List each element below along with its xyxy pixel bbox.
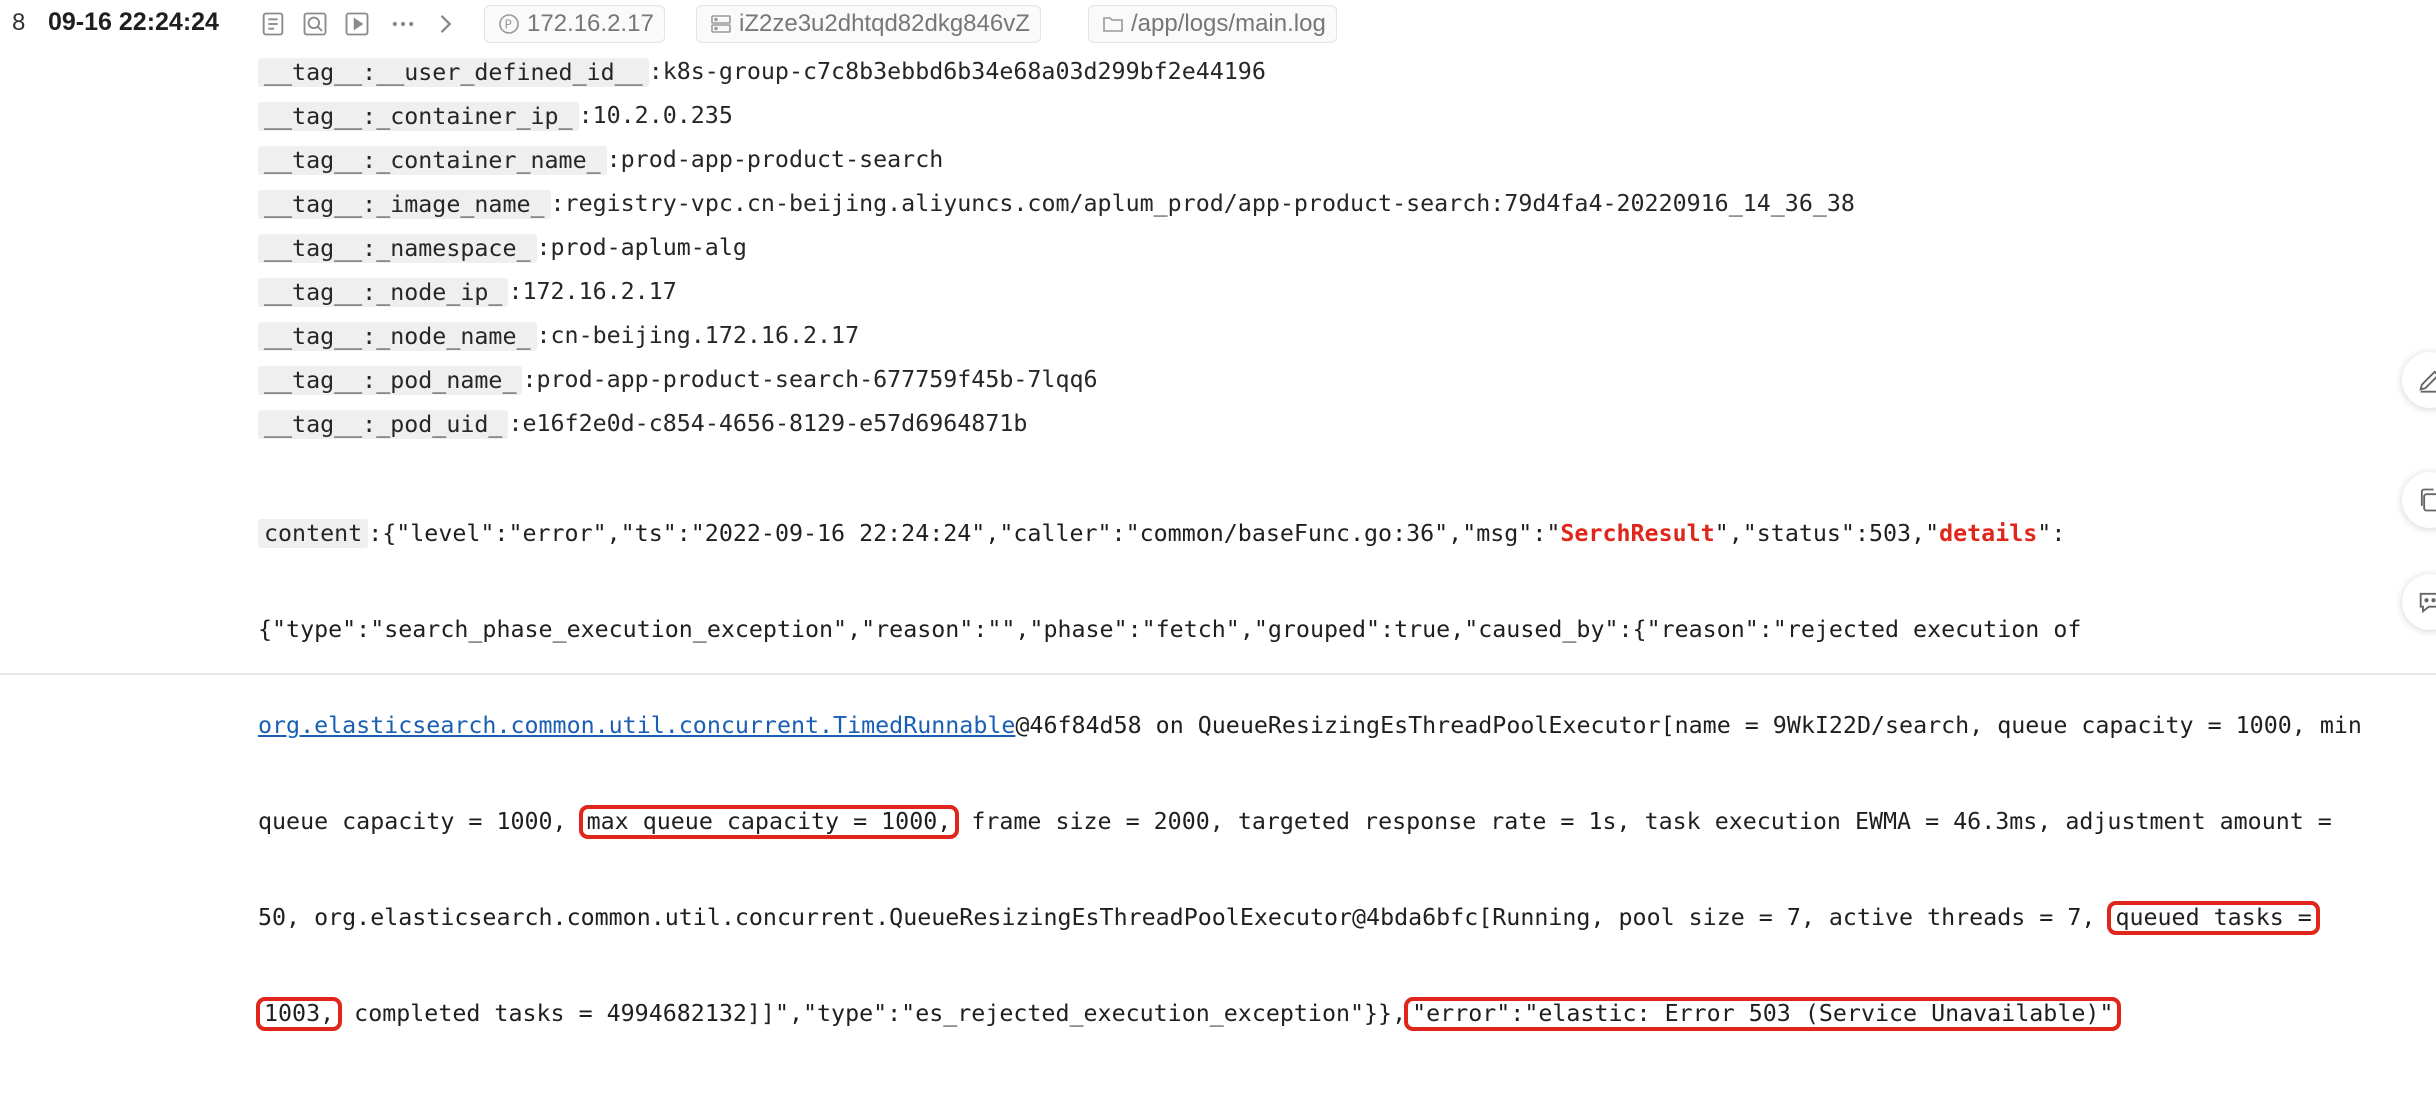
content-line: 50, org.elasticsearch.common.util.concur… <box>258 901 2428 935</box>
row-divider <box>0 673 2436 675</box>
tag-row: __tag__:_pod_uid_:e16f2e0d-c854-4656-812… <box>258 410 2428 454</box>
tag-value[interactable]: :prod-app-product-search-677759f45b-7lqq… <box>522 366 1097 393</box>
content-text: 50, org.elasticsearch.common.util.concur… <box>258 904 2096 931</box>
tag-value[interactable]: :registry-vpc.cn-beijing.aliyuncs.com/ap… <box>551 190 1855 217</box>
annotation-box: "error":"elastic: Error 503 (Service Una… <box>1404 997 2122 1031</box>
search-context-icon[interactable] <box>298 7 332 41</box>
tag-value[interactable]: :prod-aplum-alg <box>537 234 747 261</box>
chevron-right-icon[interactable] <box>428 7 462 41</box>
log-timestamp: 09-16 22:24:24 <box>48 8 219 36</box>
tag-key[interactable]: __tag__:_pod_uid_ <box>258 410 509 439</box>
keyword-highlight: details <box>1939 520 2038 547</box>
path-pill[interactable]: /app/logs/main.log <box>1088 5 1337 43</box>
server-icon <box>707 10 735 38</box>
log-entry-header: 8 09-16 22:24:24 P 172.16.2.17 iZ2ze3u2d… <box>0 0 2436 50</box>
tag-key[interactable]: __tag__:__user_defined_id__ <box>258 58 649 87</box>
tag-key[interactable]: __tag__:_container_ip_ <box>258 102 579 131</box>
content-text: frame size = 2000, targeted response rat… <box>957 808 2332 835</box>
tag-key[interactable]: __tag__:_image_name_ <box>258 190 551 219</box>
document-icon[interactable] <box>256 7 290 41</box>
tag-key[interactable]: __tag__:_pod_name_ <box>258 366 523 395</box>
content-line: 1003, completed tasks = 4994682132]]","t… <box>256 997 2428 1031</box>
content-key[interactable]: content <box>258 519 369 548</box>
more-icon[interactable] <box>386 7 420 41</box>
svg-text:P: P <box>505 18 512 32</box>
content-line: {"type":"search_phase_execution_exceptio… <box>258 614 2428 646</box>
row-number: 8 <box>12 9 26 36</box>
tag-row: __tag__:_node_name_:cn-beijing.172.16.2.… <box>258 322 2428 366</box>
content-text: {"type":"search_phase_execution_exceptio… <box>258 616 2082 643</box>
host-pill-label: iZ2ze3u2dhtqd82dkg846vZ <box>739 10 1030 37</box>
content-text: ": <box>2037 520 2066 547</box>
tag-value[interactable]: :172.16.2.17 <box>508 278 676 305</box>
annotation-box: queued tasks = <box>2107 901 2320 935</box>
path-pill-label: /app/logs/main.log <box>1131 10 1326 37</box>
content-line: queue capacity = 1000, max queue capacit… <box>258 805 2428 839</box>
content-text: @46f84d58 on QueueResizingEsThreadPoolEx… <box>1015 712 2362 739</box>
tag-value[interactable]: :k8s-group-c7c8b3ebbd6b34e68a03d299bf2e4… <box>649 58 1266 85</box>
tag-key[interactable]: __tag__:_namespace_ <box>258 234 537 263</box>
log-entry-body: __tag__:__user_defined_id__:k8s-group-c7… <box>256 58 2428 1094</box>
tag-row: __tag__:_pod_name_:prod-app-product-sear… <box>258 366 2428 410</box>
tag-value[interactable]: :10.2.0.235 <box>579 102 733 129</box>
tag-row: __tag__:_container_ip_:10.2.0.235 <box>258 102 2428 146</box>
tag-value[interactable]: :cn-beijing.172.16.2.17 <box>537 322 860 349</box>
ip-pill[interactable]: P 172.16.2.17 <box>484 5 665 43</box>
content-text: ","status":503," <box>1714 520 1940 547</box>
tag-value[interactable]: :e16f2e0d-c854-4656-8129-e57d6964871b <box>508 410 1027 437</box>
tag-row: __tag__:__user_defined_id__:k8s-group-c7… <box>258 58 2428 102</box>
ip-icon: P <box>495 10 523 38</box>
play-icon[interactable] <box>340 7 374 41</box>
folder-icon <box>1099 10 1127 38</box>
annotation-box: max queue capacity = 1000, <box>578 805 960 839</box>
content-field: content:{"level":"error","ts":"2022-09-1… <box>256 454 2428 1094</box>
host-pill[interactable]: iZ2ze3u2dhtqd82dkg846vZ <box>696 5 1041 43</box>
tag-row: __tag__:_namespace_:prod-aplum-alg <box>258 234 2428 278</box>
content-text: completed tasks = 4994682132]]","type":"… <box>340 1000 1407 1027</box>
content-text: :{"level":"error","ts":"2022-09-16 22:24… <box>368 520 1561 547</box>
keyword-highlight: SerchResult <box>1560 520 1715 547</box>
tag-key[interactable]: __tag__:_container_name_ <box>258 146 607 175</box>
ip-pill-label: 172.16.2.17 <box>527 10 654 37</box>
tag-key[interactable]: __tag__:_node_name_ <box>258 322 537 351</box>
tag-row: __tag__:_container_name_:prod-app-produc… <box>258 146 2428 190</box>
content-text: queue capacity = 1000, <box>258 808 567 835</box>
class-link[interactable]: org.elasticsearch.common.util.concurrent… <box>258 712 1015 739</box>
tag-key[interactable]: __tag__:_node_ip_ <box>258 278 509 307</box>
tag-value[interactable]: :prod-app-product-search <box>607 146 944 173</box>
tag-row: __tag__:_node_ip_:172.16.2.17 <box>258 278 2428 322</box>
annotation-box: 1003, <box>256 997 343 1031</box>
content-line: content:{"level":"error","ts":"2022-09-1… <box>258 518 2428 550</box>
content-line: org.elasticsearch.common.util.concurrent… <box>258 710 2428 742</box>
tag-row: __tag__:_image_name_:registry-vpc.cn-bei… <box>258 190 2428 234</box>
